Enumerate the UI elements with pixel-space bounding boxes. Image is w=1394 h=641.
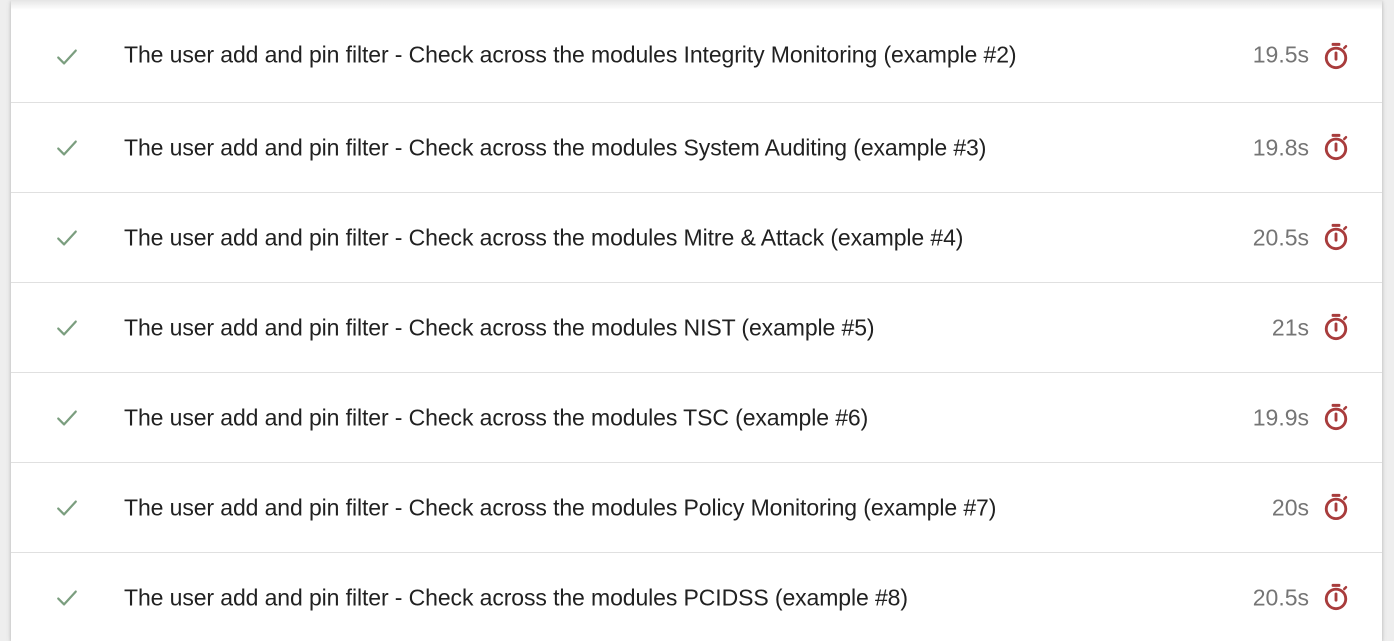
timer-icon (1324, 42, 1348, 70)
test-results-list: The user add and pin filter - Check acro… (11, 0, 1382, 641)
test-duration: 19.9s (1252, 404, 1309, 430)
test-duration: 20.5s (1252, 224, 1309, 250)
test-row[interactable]: The user add and pin filter - Check acro… (11, 193, 1382, 283)
test-row[interactable]: The user add and pin filter - Check acro… (11, 553, 1382, 641)
check-icon (57, 409, 77, 426)
timer-icon (1324, 493, 1348, 520)
test-title: The user add and pin filter - Check acro… (124, 314, 875, 340)
timer-icon (1324, 403, 1348, 430)
test-duration: 20.5s (1252, 584, 1309, 611)
timer-icon (1324, 133, 1348, 160)
check-icon (57, 49, 77, 65)
test-duration: 21s (1271, 314, 1309, 340)
test-title: The user add and pin filter - Check acro… (124, 494, 997, 520)
test-title: The user add and pin filter - Check acro… (124, 224, 964, 250)
test-title: The user add and pin filter - Check acro… (124, 404, 869, 430)
timer-icon (1324, 313, 1348, 340)
timer-icon (1324, 223, 1348, 250)
test-duration: 20s (1271, 494, 1309, 520)
check-icon (57, 319, 77, 336)
test-duration: 19.5s (1252, 41, 1309, 68)
check-icon (57, 499, 77, 516)
test-title: The user add and pin filter - Check acro… (124, 584, 908, 611)
test-row[interactable]: The user add and pin filter - Check acro… (11, 283, 1382, 373)
test-duration: 19.8s (1252, 134, 1309, 160)
timer-icon (1324, 583, 1348, 611)
test-row[interactable]: The user add and pin filter - Check acro… (11, 463, 1382, 553)
test-title: The user add and pin filter - Check acro… (124, 41, 1017, 68)
test-row[interactable]: The user add and pin filter - Check acro… (11, 103, 1382, 193)
check-icon (57, 590, 77, 606)
check-icon (57, 229, 77, 246)
test-row[interactable]: The user add and pin filter - Check acro… (11, 373, 1382, 463)
check-icon (57, 139, 77, 156)
test-title: The user add and pin filter - Check acro… (124, 134, 987, 160)
test-row[interactable]: The user add and pin filter - Check acro… (11, 0, 1382, 103)
